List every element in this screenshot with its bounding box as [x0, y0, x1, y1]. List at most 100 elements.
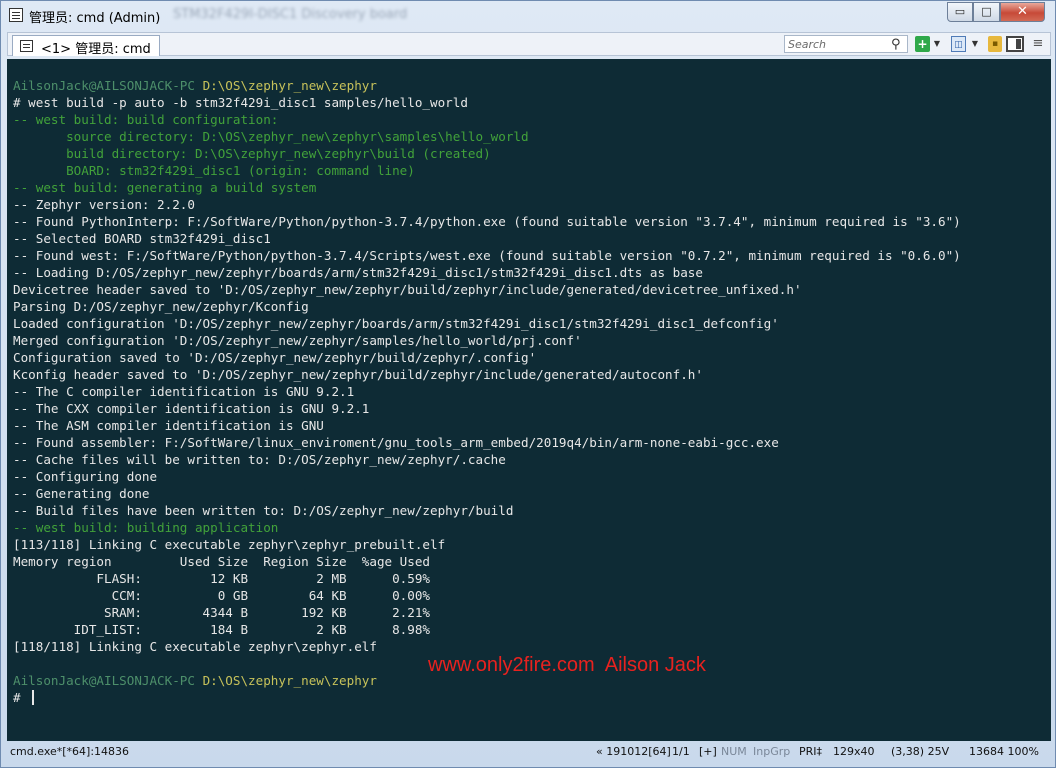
- search-icon[interactable]: ⚲: [891, 37, 901, 52]
- console-line: SRAM: 4344 B 192 KB 2.21%: [13, 604, 961, 621]
- console-line: #: [13, 689, 961, 706]
- console-text: source directory: D:\OS\zephyr_new\zephy…: [13, 129, 529, 144]
- console-text: Merged configuration 'D:/OS/zephyr_new/z…: [13, 333, 582, 348]
- console-text: IDT_LIST: 184 B 2 KB 8.98%: [13, 622, 431, 637]
- status-bar: cmd.exe*[*64]:14836 « 191012[64] 1/1 [+]…: [7, 743, 1051, 762]
- console-text: -- Loading D:/OS/zephyr_new/zephyr/board…: [13, 265, 703, 280]
- console-line: -- Found PythonInterp: F:/SoftWare/Pytho…: [13, 213, 961, 230]
- console-line: -- The CXX compiler identification is GN…: [13, 400, 961, 417]
- console-app-icon[interactable]: [9, 8, 23, 22]
- prompt-user: AilsonJack@AILSONJACK-PC: [13, 78, 203, 93]
- status-priority[interactable]: PRI‡: [799, 745, 822, 758]
- status-plus[interactable]: [+]: [699, 745, 717, 758]
- console-text: [118/118] Linking C executable zephyr\ze…: [13, 639, 377, 654]
- console-text: FLASH: 12 KB 2 MB 0.59%: [13, 571, 431, 586]
- console-line: -- Zephyr version: 2.2.0: [13, 196, 961, 213]
- console-line: build directory: D:\OS\zephyr_new\zephyr…: [13, 145, 961, 162]
- watermark-text: www.only2fire.com Ailson Jack: [428, 654, 706, 676]
- console-line: CCM: 0 GB 64 KB 0.00%: [13, 587, 961, 604]
- prompt-user: AilsonJack@AILSONJACK-PC: [13, 673, 203, 688]
- title-bar[interactable]: 管理员: cmd (Admin) STM32F429I-DISC1 Discov…: [1, 1, 1055, 30]
- console-text: -- The ASM compiler identification is GN…: [13, 418, 324, 433]
- window-title-obscured: STM32F429I-DISC1 Discovery board: [173, 7, 408, 22]
- console-text: build directory: D:\OS\zephyr_new\zephyr…: [13, 146, 491, 161]
- add-dropdown-icon[interactable]: ▼: [932, 36, 942, 52]
- console-line: -- The ASM compiler identification is GN…: [13, 417, 961, 434]
- console-line: Configuration saved to 'D:/OS/zephyr_new…: [13, 349, 961, 366]
- console-output[interactable]: AilsonJack@AILSONJACK-PC D:\OS\zephyr_ne…: [7, 59, 1051, 741]
- menu-icon[interactable]: ≡: [1030, 36, 1046, 52]
- console-text: -- west build: generating a build system: [13, 180, 317, 195]
- lock-icon[interactable]: ▪: [988, 36, 1002, 52]
- search-input[interactable]: [788, 37, 884, 51]
- console-line: IDT_LIST: 184 B 2 KB 8.98%: [13, 621, 961, 638]
- console-line: -- west build: building application: [13, 519, 961, 536]
- status-position[interactable]: « 191012[64]: [596, 745, 671, 758]
- console-line: Kconfig header saved to 'D:/OS/zephyr_ne…: [13, 366, 961, 383]
- window-title: 管理员: cmd (Admin): [29, 11, 161, 26]
- tab-bar: <1> 管理员: cmd ⚲ + ▼ ◫ ▼ ▪ ≡: [7, 32, 1051, 57]
- console-tab-icon: [20, 40, 33, 52]
- console-line: Parsing D:/OS/zephyr_new/zephyr/Kconfig: [13, 298, 961, 315]
- console-text: CCM: 0 GB 64 KB 0.00%: [13, 588, 431, 603]
- close-button[interactable]: ✕: [1000, 2, 1045, 22]
- console-text: -- Generating done: [13, 486, 150, 501]
- console-text: # west build -p auto -b stm32f429i_disc1…: [13, 95, 468, 110]
- console-line: -- Configuring done: [13, 468, 961, 485]
- maximize-icon: □: [981, 5, 992, 18]
- layout-icon[interactable]: [1006, 36, 1024, 52]
- console-text: -- Found PythonInterp: F:/SoftWare/Pytho…: [13, 214, 961, 229]
- console-text: [113/118] Linking C executable zephyr\ze…: [13, 537, 446, 552]
- console-text: Memory region Used Size Region Size %age…: [13, 554, 431, 569]
- tab-console-1[interactable]: <1> 管理员: cmd: [12, 35, 160, 57]
- console-text: #: [13, 690, 29, 705]
- console-line: -- Loading D:/OS/zephyr_new/zephyr/board…: [13, 264, 961, 281]
- console-line: -- Found west: F:/SoftWare/Python/python…: [13, 247, 961, 264]
- tab-label: <1> 管理员: cmd: [41, 42, 151, 57]
- console-text: Devicetree header saved to 'D:/OS/zephyr…: [13, 282, 802, 297]
- console-text: -- Build files have been written to: D:/…: [13, 503, 514, 518]
- status-memory[interactable]: 13684 100%: [969, 745, 1039, 758]
- console-line: -- Selected BOARD stm32f429i_disc1: [13, 230, 961, 247]
- console-text: Loaded configuration 'D:/OS/zephyr_new/z…: [13, 316, 779, 331]
- console-line: -- Generating done: [13, 485, 961, 502]
- console-window: 管理员: cmd (Admin) STM32F429I-DISC1 Discov…: [0, 0, 1056, 768]
- view-icon[interactable]: ◫: [951, 36, 966, 52]
- minimize-button[interactable]: ▭: [947, 2, 973, 22]
- console-line: -- The C compiler identification is GNU …: [13, 383, 961, 400]
- console-line: Memory region Used Size Region Size %age…: [13, 553, 961, 570]
- console-line: -- Build files have been written to: D:/…: [13, 502, 961, 519]
- console-line: [113/118] Linking C executable zephyr\ze…: [13, 536, 961, 553]
- minimize-icon: ▭: [954, 5, 966, 18]
- console-text: -- Cache files will be written to: D:/OS…: [13, 452, 506, 467]
- search-box[interactable]: ⚲: [784, 35, 908, 53]
- console-line: -- west build: generating a build system: [13, 179, 961, 196]
- console-text: -- Found assembler: F:/SoftWare/linux_en…: [13, 435, 779, 450]
- console-text: Parsing D:/OS/zephyr_new/zephyr/Kconfig: [13, 299, 309, 314]
- console-text: -- Configuring done: [13, 469, 158, 484]
- add-console-icon[interactable]: +: [915, 36, 930, 52]
- console-line: Devicetree header saved to 'D:/OS/zephyr…: [13, 281, 961, 298]
- console-text: -- The CXX compiler identification is GN…: [13, 401, 370, 416]
- console-text: -- Found west: F:/SoftWare/Python/python…: [13, 248, 961, 263]
- console-lines: AilsonJack@AILSONJACK-PC D:\OS\zephyr_ne…: [13, 77, 961, 706]
- text-cursor: [32, 690, 35, 705]
- prompt-path: D:\OS\zephyr_new\zephyr: [202, 78, 377, 93]
- console-text: -- Zephyr version: 2.2.0: [13, 197, 195, 212]
- status-console-size[interactable]: 129x40: [833, 745, 875, 758]
- view-dropdown-icon[interactable]: ▼: [970, 36, 980, 52]
- console-line: AilsonJack@AILSONJACK-PC D:\OS\zephyr_ne…: [13, 77, 961, 94]
- console-text: -- west build: building application: [13, 520, 279, 535]
- console-text: SRAM: 4344 B 192 KB 2.21%: [13, 605, 431, 620]
- console-scrollbar[interactable]: [1039, 59, 1051, 741]
- console-text: -- Selected BOARD stm32f429i_disc1: [13, 231, 271, 246]
- maximize-button[interactable]: □: [973, 2, 1000, 22]
- console-line: -- Found assembler: F:/SoftWare/linux_en…: [13, 434, 961, 451]
- status-tab-index[interactable]: 1/1: [672, 745, 690, 758]
- status-num-lock: NUM: [721, 745, 747, 758]
- status-cursor-info[interactable]: (3,38) 25V: [891, 745, 949, 758]
- console-line: [118/118] Linking C executable zephyr\ze…: [13, 638, 961, 655]
- console-line: BOARD: stm32f429i_disc1 (origin: command…: [13, 162, 961, 179]
- console-text: -- west build: build configuration:: [13, 112, 279, 127]
- status-process[interactable]: cmd.exe*[*64]:14836: [10, 745, 129, 758]
